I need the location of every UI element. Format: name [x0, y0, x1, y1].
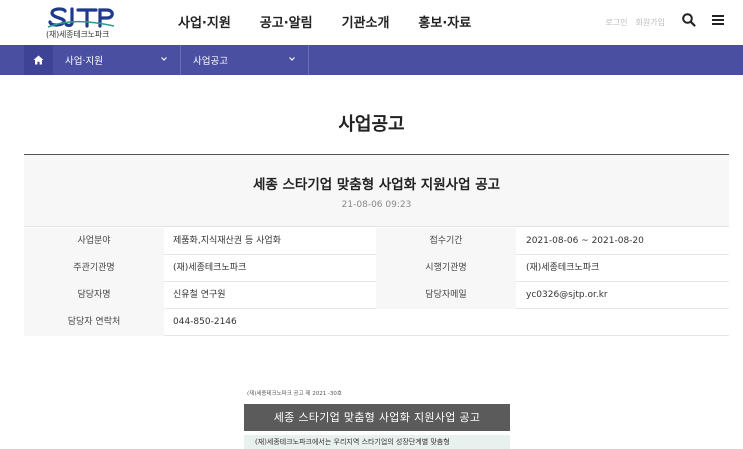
search-icon[interactable] [681, 12, 697, 28]
field-label: 주관기관명 [24, 255, 164, 282]
field-value: 044-850-2146 [173, 317, 237, 327]
chevron-down-icon [161, 57, 167, 61]
field-value: (재)세종테크노파크 [526, 263, 600, 273]
signup-link[interactable]: 회원가입 [636, 17, 665, 28]
field-label: 시행기관명 [376, 255, 516, 282]
field-label: 담당자 연락처 [24, 309, 164, 336]
field-label: 담당자메일 [376, 282, 516, 309]
main-nav: 사업·지원 공고·알림 기관소개 홍보·자료 [178, 12, 500, 31]
doc-banner: 세종 스타기업 맞춤형 사업화 지원사업 공고 [244, 404, 510, 431]
post-title: 세종 스타기업 맞춤형 사업화 지원사업 공고 [252, 177, 501, 193]
field-label: 사업분야 [24, 228, 164, 255]
logo-subtitle: (재)세종테크노파크 [46, 30, 110, 39]
announcement-image: (재)세종테크노파크 공고 제 2021 -30호 세종 스타기업 맞춤형 사업… [244, 387, 512, 449]
login-link[interactable]: 로그인 [605, 17, 627, 28]
depth1-label: 사업·지원 [65, 56, 103, 67]
contact-email[interactable]: yc0326@sjtp.or.kr [526, 282, 726, 309]
field-value: 제품화,지식재산권 등 사업화 [173, 236, 281, 246]
util-links: 로그인 회원가입 [597, 17, 665, 28]
depth1-dropdown[interactable]: 사업·지원 [53, 45, 181, 75]
post-header: 세종 스타기업 맞춤형 사업화 지원사업 공고 21-08-06 09:23 [24, 155, 729, 227]
home-button[interactable] [24, 45, 53, 75]
nav-item-notice[interactable]: 공고·알림 [260, 12, 313, 31]
depth2-label: 사업공고 [193, 56, 228, 67]
table-row: 사업분야 제품화,지식재산권 등 사업화 접수기간 2021-08-06 ~ 2… [24, 228, 729, 255]
doc-number: (재)세종테크노파크 공고 제 2021 -30호 [247, 391, 342, 397]
field-label: 접수기간 [376, 228, 516, 255]
table-row: 담당자명 신유철 연구원 담당자메일 yc0326@sjtp.or.kr [24, 282, 729, 309]
field-value: 2021-08-06 ~ 2021-08-20 [526, 236, 644, 246]
nav-item-pr[interactable]: 홍보·자료 [418, 12, 471, 31]
location-bar: 사업·지원 사업공고 [0, 45, 743, 75]
field-value: (재)세종테크노파크 [173, 263, 247, 273]
site-logo[interactable]: (재)세종테크노파크 [40, 6, 130, 40]
page-title: 사업공고 [338, 114, 405, 135]
menu-icon[interactable] [711, 12, 727, 28]
depth2-dropdown[interactable]: 사업공고 [181, 45, 309, 75]
chevron-down-icon [289, 57, 295, 61]
table-row: 담당자 연락처 044-850-2146 [24, 309, 729, 336]
field-label: 담당자명 [24, 282, 164, 309]
field-value: 신유철 연구원 [173, 290, 226, 300]
table-row: 주관기관명 (재)세종테크노파크 시행기관명 (재)세종테크노파크 [24, 255, 729, 282]
nav-item-about[interactable]: 기관소개 [342, 12, 390, 31]
post-date: 21-08-06 09:23 [341, 200, 412, 210]
doc-body-text: (재)세종테크노파크에서는 우리지역 스타기업의 성장단계별 맞춤형 [244, 435, 510, 449]
home-icon [33, 55, 44, 65]
sjtp-logo-mark [47, 7, 115, 28]
nav-item-business-support[interactable]: 사업·지원 [178, 12, 231, 31]
site-header: (재)세종테크노파크 사업·지원 공고·알림 기관소개 홍보·자료 로그인 회원… [0, 0, 743, 45]
